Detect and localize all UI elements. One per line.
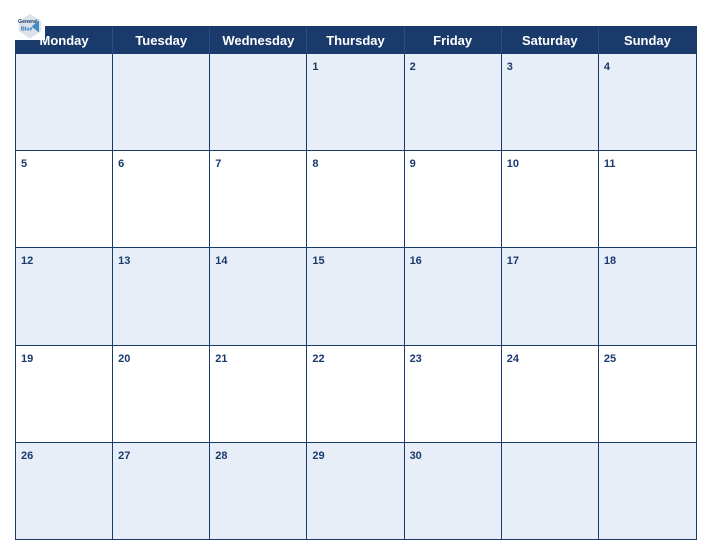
day-number: 22: [312, 353, 324, 365]
day-cell: 5: [16, 151, 113, 247]
day-number: 23: [410, 353, 422, 365]
day-cell: 24: [502, 346, 599, 442]
logo: General Blue: [15, 10, 45, 40]
day-cell: 19: [16, 346, 113, 442]
day-cell: 3: [502, 54, 599, 150]
day-number: 14: [215, 255, 227, 267]
day-cell: 21: [210, 346, 307, 442]
day-number: 4: [604, 61, 610, 73]
day-number: 24: [507, 353, 519, 365]
day-number: 7: [215, 158, 221, 170]
calendar-header: General Blue: [15, 10, 697, 18]
svg-text:Blue: Blue: [21, 26, 32, 32]
calendar-container: General Blue MondayTuesdayWednesdayThurs…: [0, 0, 712, 550]
day-cell: 9: [405, 151, 502, 247]
day-number: 2: [410, 61, 416, 73]
day-number: 11: [604, 158, 616, 170]
day-number: 10: [507, 158, 519, 170]
day-number: 25: [604, 353, 616, 365]
week-row-1: 1 2 3 4: [16, 54, 696, 150]
week-row-5: 26 27 28 29 30: [16, 442, 696, 539]
week-row-2: 5 6 7 8 9 10 11: [16, 150, 696, 247]
day-cell: 13: [113, 248, 210, 344]
day-number: 29: [312, 450, 324, 462]
day-cell: 22: [307, 346, 404, 442]
day-header-friday: Friday: [405, 27, 502, 54]
day-cell: [210, 54, 307, 150]
day-cell: 14: [210, 248, 307, 344]
day-header-wednesday: Wednesday: [210, 27, 307, 54]
day-cell: 20: [113, 346, 210, 442]
day-number: 6: [118, 158, 124, 170]
day-number: 21: [215, 353, 227, 365]
day-number: 15: [312, 255, 324, 267]
day-number: 19: [21, 353, 33, 365]
day-cell: 6: [113, 151, 210, 247]
day-number: 30: [410, 450, 422, 462]
day-cell: 15: [307, 248, 404, 344]
day-number: 18: [604, 255, 616, 267]
day-number: 16: [410, 255, 422, 267]
day-header-sunday: Sunday: [599, 27, 696, 54]
day-cell: 25: [599, 346, 696, 442]
day-cell: 1: [307, 54, 404, 150]
day-cell: 30: [405, 443, 502, 539]
day-number: 20: [118, 353, 130, 365]
day-number: 9: [410, 158, 416, 170]
day-cell: [16, 54, 113, 150]
week-row-3: 12 13 14 15 16 17 18: [16, 247, 696, 344]
day-cell: 7: [210, 151, 307, 247]
day-number: 12: [21, 255, 33, 267]
day-number: 8: [312, 158, 318, 170]
day-cell: 18: [599, 248, 696, 344]
day-number: 26: [21, 450, 33, 462]
day-header-tuesday: Tuesday: [113, 27, 210, 54]
day-cell: [502, 443, 599, 539]
day-cell: 29: [307, 443, 404, 539]
week-row-4: 19 20 21 22 23 24 25: [16, 345, 696, 442]
day-cell: 27: [113, 443, 210, 539]
day-cell: 16: [405, 248, 502, 344]
day-cell: 12: [16, 248, 113, 344]
day-cell: 8: [307, 151, 404, 247]
day-header-thursday: Thursday: [307, 27, 404, 54]
calendar-grid: MondayTuesdayWednesdayThursdayFridaySatu…: [15, 26, 697, 540]
day-cell: 10: [502, 151, 599, 247]
day-header-saturday: Saturday: [502, 27, 599, 54]
day-cell: 4: [599, 54, 696, 150]
day-number: 17: [507, 255, 519, 267]
day-headers: MondayTuesdayWednesdayThursdayFridaySatu…: [16, 27, 696, 54]
logo-icon: General Blue: [15, 10, 45, 40]
day-cell: 23: [405, 346, 502, 442]
day-number: 27: [118, 450, 130, 462]
day-number: 3: [507, 61, 513, 73]
day-number: 1: [312, 61, 318, 73]
day-number: 28: [215, 450, 227, 462]
day-cell: 28: [210, 443, 307, 539]
day-cell: [113, 54, 210, 150]
day-cell: 11: [599, 151, 696, 247]
day-number: 13: [118, 255, 130, 267]
day-cell: 2: [405, 54, 502, 150]
day-cell: 26: [16, 443, 113, 539]
weeks-container: 1234567891011121314151617181920212223242…: [16, 54, 696, 539]
day-number: 5: [21, 158, 27, 170]
day-cell: [599, 443, 696, 539]
day-cell: 17: [502, 248, 599, 344]
